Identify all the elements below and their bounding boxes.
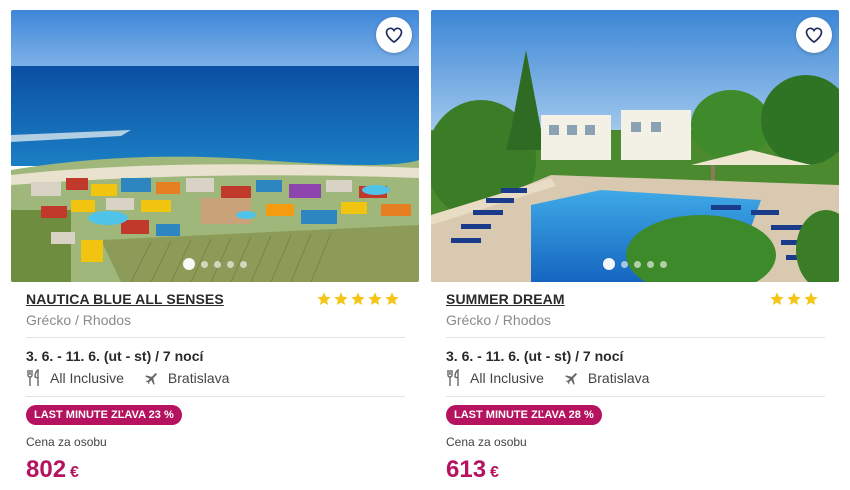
star-icon <box>351 292 365 305</box>
discount-badge: LAST MINUTE ZĽAVA 28 % <box>446 405 602 425</box>
star-icon <box>368 292 382 305</box>
favorite-button[interactable] <box>376 17 412 53</box>
gallery-dot[interactable] <box>201 260 208 268</box>
gallery-dot[interactable] <box>240 260 247 268</box>
star-icon <box>787 292 801 305</box>
star-icon <box>804 292 818 305</box>
price: 613 € <box>446 456 499 484</box>
hotel-card[interactable]: NAUTICA BLUE ALL SENSES Grécko / Rhodos … <box>11 10 419 488</box>
price-label: Cena za osobu <box>446 435 527 449</box>
hotel-photo[interactable] <box>11 10 419 282</box>
fork-knife-icon <box>446 369 462 387</box>
fork-knife-icon <box>26 369 42 387</box>
price-value: 613 <box>446 456 487 483</box>
departure-city: Bratislava <box>587 370 650 386</box>
price-label: Cena za osobu <box>26 435 107 449</box>
star-rating <box>316 291 400 307</box>
departure-city: Bratislava <box>167 370 230 386</box>
price: 802 € <box>26 456 79 484</box>
gallery-dots <box>431 258 839 270</box>
hotel-location: Grécko / Rhodos <box>26 312 132 328</box>
hotel-name-link[interactable]: NAUTICA BLUE ALL SENSES <box>26 291 224 307</box>
gallery-dot[interactable] <box>603 258 615 270</box>
gallery-dot[interactable] <box>227 260 234 268</box>
star-icon <box>385 292 399 305</box>
trip-dates: 3. 6. - 11. 6. (ut - st) / 7 nocí <box>446 348 624 364</box>
gallery-dot[interactable] <box>660 260 667 268</box>
hotel-photo[interactable] <box>431 10 839 282</box>
gallery-dot[interactable] <box>621 260 628 268</box>
hotel-location: Grécko / Rhodos <box>446 312 552 328</box>
star-rating <box>769 291 819 307</box>
heart-icon <box>805 27 823 44</box>
gallery-dot[interactable] <box>647 260 654 268</box>
star-icon <box>317 292 331 305</box>
amenities-row: All Inclusive Bratislava <box>26 369 229 387</box>
currency: € <box>70 464 79 481</box>
favorite-button[interactable] <box>796 17 832 53</box>
divider <box>446 337 825 338</box>
trip-dates: 3. 6. - 11. 6. (ut - st) / 7 nocí <box>26 348 204 364</box>
star-icon <box>770 292 784 305</box>
gallery-dot[interactable] <box>634 260 641 268</box>
board-type: All Inclusive <box>470 370 544 386</box>
board-type: All Inclusive <box>50 370 124 386</box>
hotel-photo-image <box>11 10 419 282</box>
divider <box>446 396 825 397</box>
gallery-dot[interactable] <box>214 260 221 268</box>
gallery-dots <box>11 258 419 270</box>
star-icon <box>334 292 348 305</box>
hotel-photo-image <box>431 10 839 282</box>
divider <box>26 396 405 397</box>
hotel-card[interactable]: SUMMER DREAM Grécko / Rhodos 3. 6. - 11.… <box>431 10 839 488</box>
divider <box>26 337 405 338</box>
heart-icon <box>385 27 403 44</box>
airplane-icon <box>564 369 580 387</box>
price-value: 802 <box>26 456 67 483</box>
amenities-row: All Inclusive Bratislava <box>446 369 649 387</box>
currency: € <box>490 464 499 481</box>
gallery-dot[interactable] <box>183 258 195 270</box>
airplane-icon <box>144 369 160 387</box>
discount-badge: LAST MINUTE ZĽAVA 23 % <box>26 405 182 425</box>
hotel-name-link[interactable]: SUMMER DREAM <box>446 291 565 307</box>
